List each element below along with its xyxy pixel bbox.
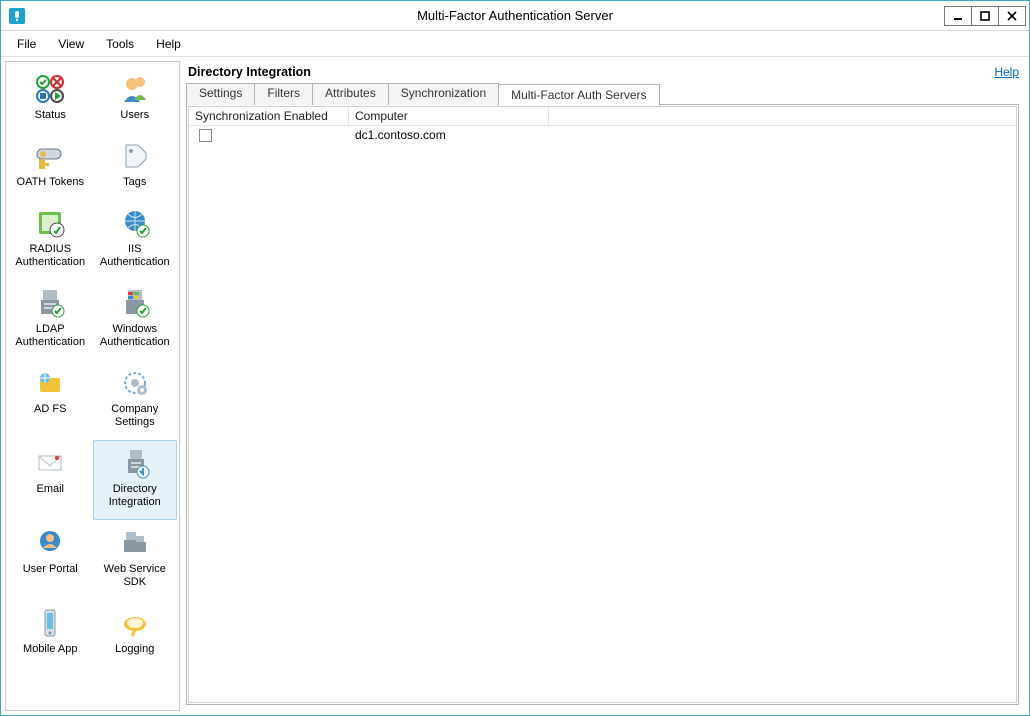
adfs-icon [32,365,68,401]
sidebar-item-company[interactable]: Company Settings [93,360,178,440]
email-icon [32,445,68,481]
sidebar-item-winauth[interactable]: Windows Authentication [93,280,178,360]
oath-icon [32,138,68,174]
tags-icon [117,138,153,174]
sidebar-item-label: AD FS [34,403,66,416]
sidebar-item-email[interactable]: Email [8,440,93,520]
sidebar-item-label: OATH Tokens [17,176,84,189]
sidebar-item-label: Directory Integration [96,483,175,509]
sidebar-item-radius[interactable]: RADIUS Authentication [8,200,93,280]
app-window: Multi-Factor Authentication Server File … [0,0,1030,716]
sidebar-item-label: Email [36,483,64,496]
sidebar-item-wssdk[interactable]: Web Service SDK [93,520,178,600]
menu-view[interactable]: View [48,34,94,54]
menu-file[interactable]: File [7,34,46,54]
sidebar-item-oath[interactable]: OATH Tokens [8,133,93,200]
sidebar-item-adfs[interactable]: AD FS [8,360,93,440]
sidebar-item-label: RADIUS Authentication [11,243,90,269]
sidebar-item-label: Logging [115,643,154,656]
menubar: File View Tools Help [1,31,1029,57]
mobile-icon [32,605,68,641]
sidebar-item-mobile[interactable]: Mobile App [8,600,93,667]
ldap-icon [32,285,68,321]
sidebar-item-label: Web Service SDK [96,563,175,589]
listview-header: Synchronization Enabled Computer [189,107,1016,126]
sidebar-item-label: Status [35,109,66,122]
sidebar-item-iis[interactable]: IIS Authentication [93,200,178,280]
col-sync-enabled[interactable]: Synchronization Enabled [189,107,349,125]
sidebar-item-label: Company Settings [96,403,175,429]
sidebar-item-label: IIS Authentication [96,243,175,269]
menu-help[interactable]: Help [146,34,191,54]
tab-filters[interactable]: Filters [254,83,313,105]
tab-multi-factor-auth-servers[interactable]: Multi-Factor Auth Servers [498,84,659,106]
dirint-icon [117,445,153,481]
sidebar-item-label: User Portal [23,563,78,576]
sidebar-item-label: Mobile App [23,643,77,656]
status-icon [32,71,68,107]
tab-attributes[interactable]: Attributes [312,83,389,105]
sidebar-item-logging[interactable]: Logging [93,600,178,667]
company-icon [117,365,153,401]
window-title: Multi-Factor Authentication Server [1,8,1029,23]
sync-checkbox[interactable] [199,129,212,142]
sidebar-item-label: Tags [123,176,146,189]
sidebar-item-status[interactable]: Status [8,66,93,133]
sidebar-item-ldap[interactable]: LDAP Authentication [8,280,93,360]
wssdk-icon [117,525,153,561]
main-header: Directory Integration Help [186,63,1019,83]
tab-strip: SettingsFiltersAttributesSynchronization… [186,83,1019,105]
users-icon [117,71,153,107]
col-computer[interactable]: Computer [349,107,549,125]
portal-icon [32,525,68,561]
tab-settings[interactable]: Settings [186,83,255,105]
winauth-icon [117,285,153,321]
radius-icon [32,205,68,241]
sidebar-item-portal[interactable]: User Portal [8,520,93,600]
iis-icon [117,205,153,241]
server-row[interactable]: dc1.contoso.com [189,126,1016,144]
sidebar-item-dirint[interactable]: Directory Integration [93,440,178,520]
cell-sync-enabled [189,128,349,142]
sidebar-item-users[interactable]: Users [93,66,178,133]
sidebar-item-tags[interactable]: Tags [93,133,178,200]
help-link[interactable]: Help [994,65,1019,79]
page-title: Directory Integration [188,65,311,79]
logging-icon [117,605,153,641]
titlebar: Multi-Factor Authentication Server [1,1,1029,31]
body: Status Users OATH Tokens Tags RADIUS Authent… [1,57,1029,715]
menu-tools[interactable]: Tools [96,34,144,54]
sidebar: Status Users OATH Tokens Tags RADIUS Authent… [5,61,180,711]
cell-computer: dc1.contoso.com [349,128,549,142]
tab-synchronization[interactable]: Synchronization [388,83,499,105]
sidebar-item-label: Windows Authentication [96,323,175,349]
sidebar-item-label: Users [120,109,149,122]
sidebar-item-label: LDAP Authentication [11,323,90,349]
servers-listview[interactable]: Synchronization Enabled Computer dc1.con… [188,106,1017,703]
main-panel: Directory Integration Help SettingsFilte… [184,61,1025,711]
tab-panel: Synchronization Enabled Computer dc1.con… [186,104,1019,705]
